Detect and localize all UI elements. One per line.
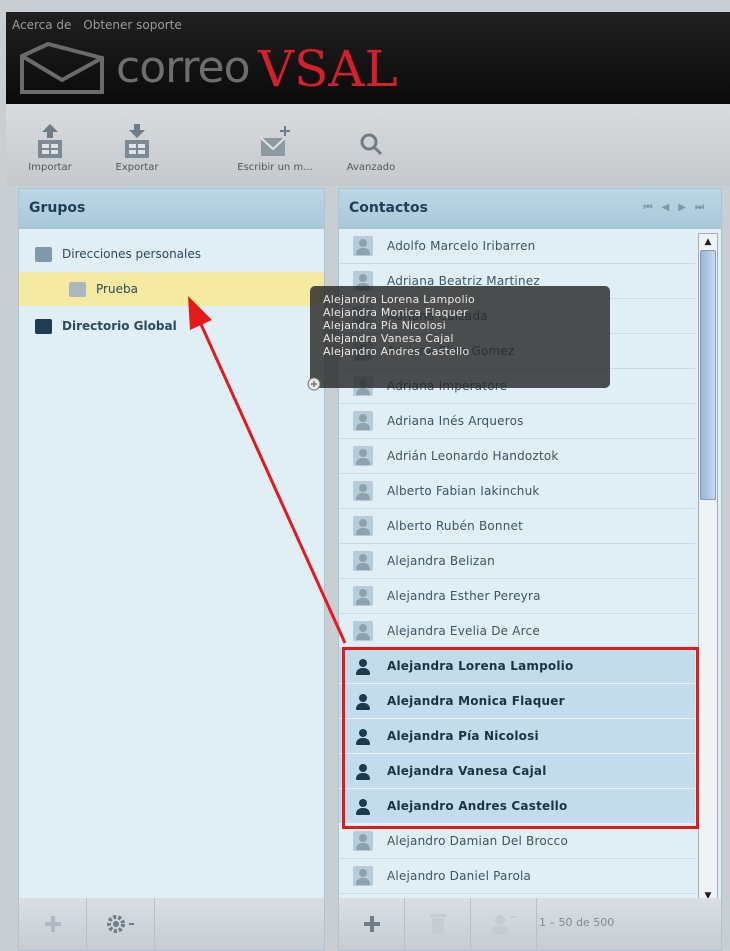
- group-item-label: Direcciones personales: [62, 247, 202, 261]
- contact-row[interactable]: Alberto Rubén Bonnet: [339, 509, 695, 544]
- tooltip-line: Alejandra Pía Nicolosi: [323, 319, 446, 332]
- contact-name: Adriana Inés Arqueros: [387, 414, 524, 428]
- tooltip-line: Alejandro Andres Castello: [323, 345, 470, 358]
- group-settings-button[interactable]: [87, 898, 155, 950]
- tooltip-line: Alejandra Lorena Lampolio: [323, 293, 475, 306]
- add-contact-button[interactable]: [339, 898, 405, 950]
- contact-icon: [353, 586, 373, 606]
- groups-footer: [19, 898, 324, 950]
- contacts-scrollbar[interactable]: ▲ ▼: [698, 233, 718, 905]
- toolbar: Importar Exportar Escribir un m... Avanz…: [6, 104, 730, 186]
- group-icon: [69, 281, 86, 297]
- tooltip-line: Alejandra Vanesa Cajal: [323, 332, 454, 345]
- group-item-label: Prueba: [96, 282, 138, 296]
- address-book-icon: [35, 246, 52, 262]
- contact-name: Alejandro Daniel Parola: [387, 869, 532, 883]
- contacts-panel-header: Contactos ⏮◀▶⏭: [339, 189, 721, 229]
- contact-icon: [353, 411, 373, 431]
- contact-row[interactable]: Alejandro Daniel Parola: [339, 859, 695, 894]
- contact-row[interactable]: Alejandra Evelia De Arce: [339, 614, 695, 649]
- contact-icon: [353, 481, 373, 501]
- header-links: Acerca de Obtener soporte: [12, 18, 190, 32]
- remove-from-group-button[interactable]: [471, 898, 537, 950]
- groups-panel-title: Grupos: [19, 189, 324, 229]
- contact-name: Alberto Rubén Bonnet: [387, 519, 524, 533]
- plus-icon: [363, 916, 380, 932]
- compose-label: Escribir un m...: [237, 162, 313, 173]
- export-icon: [125, 124, 149, 158]
- scroll-up-icon[interactable]: ▲: [699, 234, 717, 250]
- contact-icon: [353, 516, 373, 536]
- envelope-logo-icon: [20, 41, 104, 94]
- export-button[interactable]: Exportar: [112, 122, 162, 173]
- contact-icon: [353, 446, 373, 466]
- contact-row[interactable]: Adolfo Marcelo Iribarren: [339, 229, 695, 264]
- trash-icon: [429, 914, 446, 934]
- pager: ⏮◀▶⏭: [644, 202, 713, 213]
- group-item-personal[interactable]: Direcciones personales: [19, 237, 324, 271]
- contacts-footer: 1 – 50 de 500: [339, 898, 721, 950]
- pagination-count: 1 – 50 de 500: [539, 916, 615, 929]
- contact-icon: [353, 621, 373, 641]
- contact-name: Alejandra Evelia De Arce: [387, 624, 540, 638]
- prev-page-icon[interactable]: ◀: [662, 202, 679, 213]
- last-page-icon[interactable]: ⏭: [695, 202, 713, 213]
- groups-panel: Grupos Direcciones personales Prueba Dir…: [18, 188, 325, 951]
- contact-name: Alberto Fabian Iakinchuk: [387, 484, 540, 498]
- contact-icon: [353, 236, 373, 256]
- import-button[interactable]: Importar: [28, 122, 72, 173]
- advanced-search-label: Avanzado: [346, 162, 396, 173]
- contact-icon: [353, 866, 373, 886]
- delete-contact-button[interactable]: [405, 898, 471, 950]
- app-header: Acerca de Obtener soporte correo VSAL: [6, 12, 730, 104]
- contact-name: Alejandra Belizan: [387, 554, 495, 568]
- contact-row[interactable]: Alejandra Esther Pereyra: [339, 579, 695, 614]
- import-icon: [38, 124, 62, 158]
- contact-row[interactable]: Alberto Fabian Iakinchuk: [339, 474, 695, 509]
- contact-name: Alejandra Esther Pereyra: [387, 589, 541, 603]
- app-window: Acerca de Obtener soporte correo VSAL Im…: [0, 0, 730, 951]
- logo-text-correo: correo: [116, 42, 251, 93]
- group-item-prueba[interactable]: Prueba: [19, 272, 324, 306]
- drag-tooltip: Alejandra Lorena Lampolio Alejandra Moni…: [310, 286, 610, 388]
- contact-row[interactable]: Adriana Inés Arqueros: [339, 404, 695, 439]
- group-item-global-directory[interactable]: Directorio Global: [19, 309, 324, 343]
- remove-user-icon: [491, 915, 517, 935]
- group-item-label: Directorio Global: [62, 319, 177, 333]
- compose-mail-icon: [260, 126, 290, 156]
- compose-button[interactable]: Escribir un m...: [234, 122, 316, 173]
- contact-icon: [353, 551, 373, 571]
- plus-icon: [44, 916, 61, 932]
- contact-icon: [353, 831, 373, 851]
- support-link[interactable]: Obtener soporte: [83, 18, 181, 32]
- logo-text-vsal: VSAL: [258, 40, 398, 98]
- scroll-thumb[interactable]: [700, 250, 716, 500]
- first-page-icon[interactable]: ⏮: [644, 202, 662, 213]
- advanced-search-button[interactable]: Avanzado: [346, 122, 396, 173]
- contacts-panel-title: Contactos: [349, 200, 428, 216]
- contact-name: Adrián Leonardo Handoztok: [387, 449, 559, 463]
- search-icon: [360, 133, 383, 156]
- gear-icon: [106, 915, 134, 933]
- export-label: Exportar: [115, 162, 159, 173]
- contact-name: Adolfo Marcelo Iribarren: [387, 239, 536, 253]
- next-page-icon[interactable]: ▶: [678, 202, 695, 213]
- tooltip-line: Alejandra Monica Flaquer: [323, 306, 468, 319]
- directory-icon: [35, 318, 52, 334]
- contact-row[interactable]: Adrián Leonardo Handoztok: [339, 439, 695, 474]
- contact-row[interactable]: Alejandra Belizan: [339, 544, 695, 579]
- contact-name: Alejandro Damian Del Brocco: [387, 834, 569, 848]
- about-link[interactable]: Acerca de: [12, 18, 71, 32]
- contact-row[interactable]: Alejandro Damian Del Brocco: [339, 824, 695, 859]
- annotation-highlight-box: [342, 647, 699, 829]
- add-group-button[interactable]: [19, 898, 87, 950]
- import-label: Importar: [28, 162, 72, 173]
